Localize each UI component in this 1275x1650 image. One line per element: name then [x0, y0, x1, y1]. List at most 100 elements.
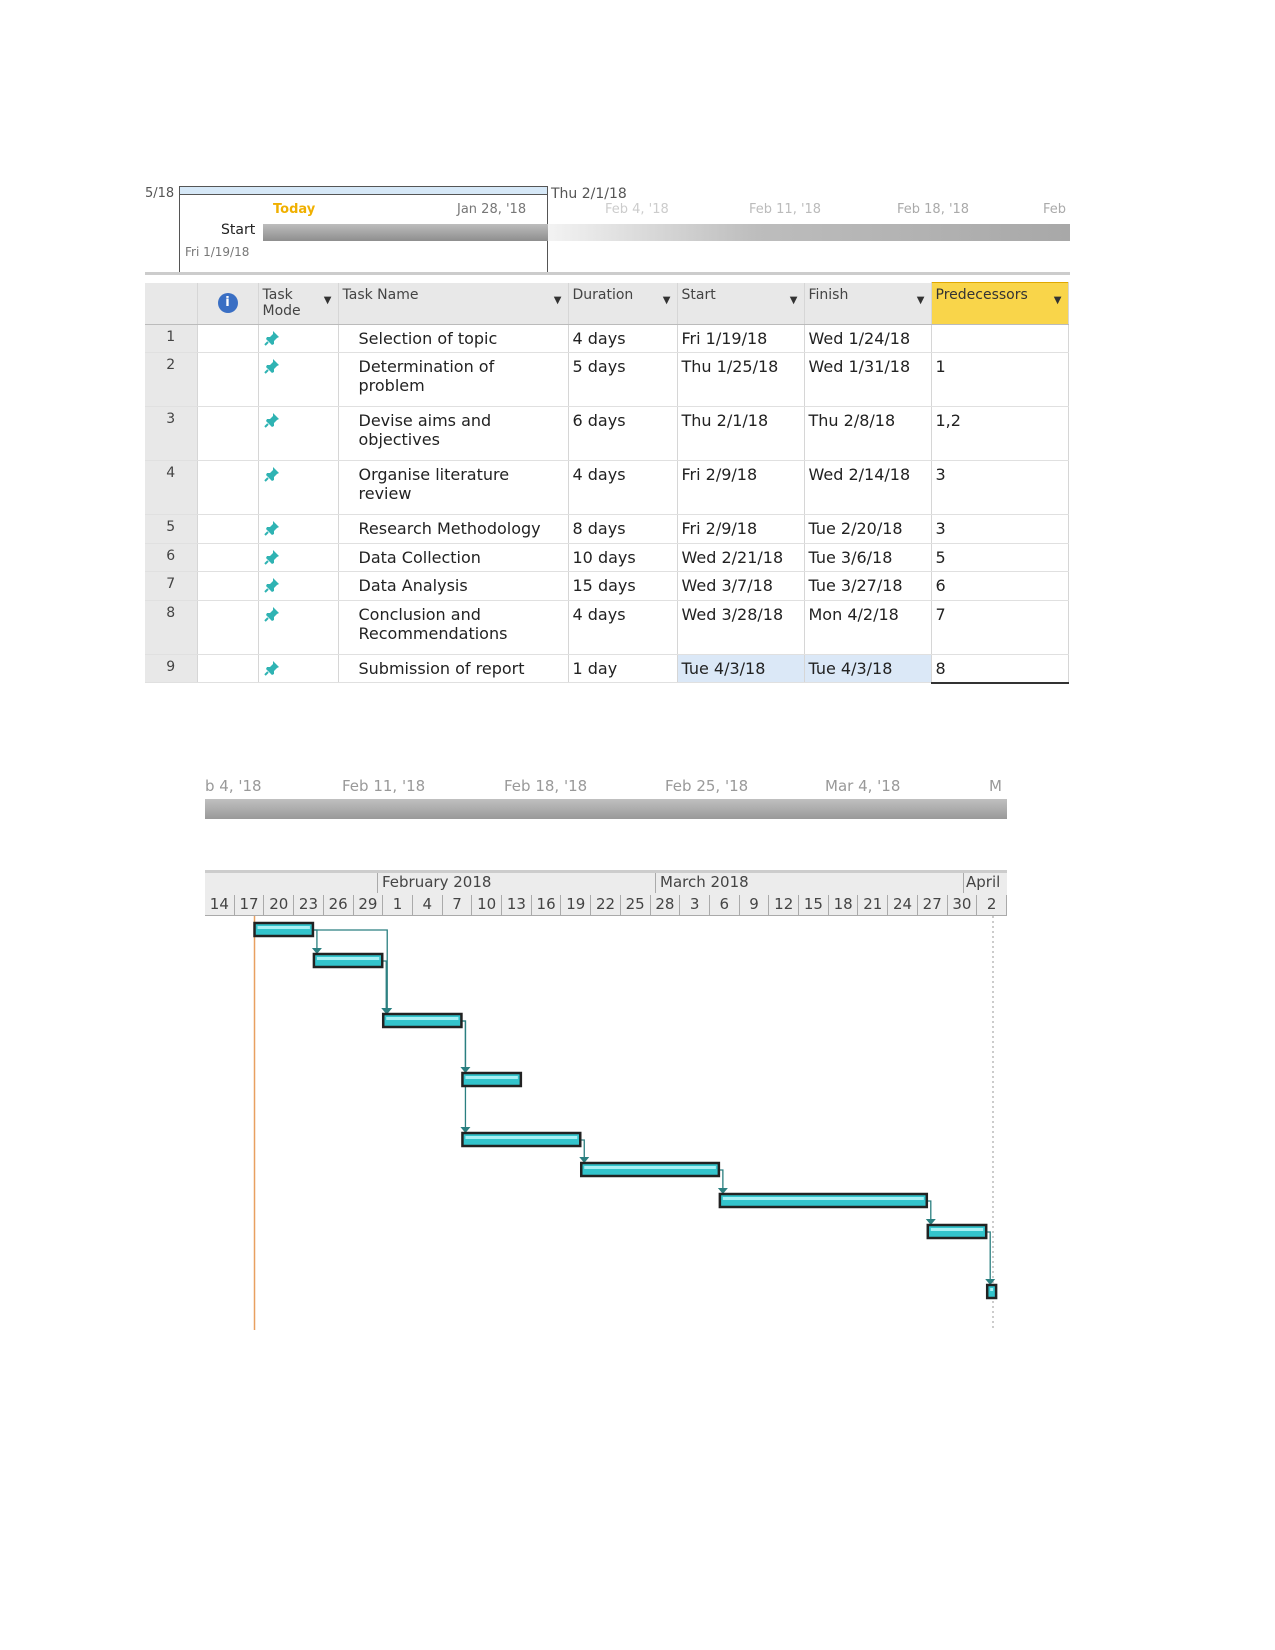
start-cell[interactable]: Thu 1/25/18	[677, 352, 805, 407]
task-mode-cell[interactable]	[258, 324, 339, 353]
finish-cell[interactable]: Tue 3/27/18	[804, 571, 932, 601]
task-name-cell[interactable]: Organise literature review	[338, 460, 569, 515]
task-bar[interactable]	[718, 1192, 929, 1209]
task-name-cell[interactable]: Data Collection	[338, 543, 569, 572]
task-mode-cell[interactable]	[258, 571, 339, 601]
row-number[interactable]: 3	[145, 406, 198, 461]
start-cell[interactable]: Fri 2/9/18	[677, 460, 805, 515]
col-finish[interactable]: Finish ▼	[804, 282, 932, 325]
finish-cell[interactable]: Wed 1/24/18	[804, 324, 932, 353]
predecessors-cell[interactable]: 7	[931, 600, 1069, 655]
task-bar[interactable]	[461, 1071, 523, 1088]
duration-cell[interactable]: 15 days	[568, 571, 678, 601]
row-number[interactable]: 9	[145, 654, 198, 683]
finish-cell[interactable]: Tue 2/20/18	[804, 514, 932, 544]
dropdown-icon[interactable]: ▼	[917, 295, 925, 306]
finish-cell[interactable]: Thu 2/8/18	[804, 406, 932, 461]
task-name-cell[interactable]: Devise aims and objectives	[338, 406, 569, 461]
task-bar-highlight	[257, 926, 310, 929]
table-row[interactable]: 8 Conclusion and Recommendations 4 days …	[145, 600, 1069, 655]
dropdown-icon[interactable]: ▼	[554, 295, 562, 306]
duration-cell[interactable]: 5 days	[568, 352, 678, 407]
task-mode-cell[interactable]	[258, 406, 339, 461]
start-cell[interactable]: Fri 2/9/18	[677, 514, 805, 544]
col-duration[interactable]: Duration ▼	[568, 282, 678, 325]
table-row[interactable]: 4 Organise literature review 4 days Fri …	[145, 460, 1069, 515]
predecessors-cell[interactable]: 1	[931, 352, 1069, 407]
dropdown-icon[interactable]: ▼	[663, 295, 671, 306]
table-row[interactable]: 7 Data Analysis 15 days Wed 3/7/18 Tue 3…	[145, 571, 1069, 601]
predecessors-cell[interactable]: 1,2	[931, 406, 1069, 461]
task-bar[interactable]	[381, 1012, 463, 1029]
col-start[interactable]: Start ▼	[677, 282, 805, 325]
duration-cell[interactable]: 10 days	[568, 543, 678, 572]
finish-cell[interactable]: Tue 3/6/18	[804, 543, 932, 572]
task-bar[interactable]	[253, 921, 315, 938]
row-number[interactable]: 2	[145, 352, 198, 407]
task-bar[interactable]	[926, 1223, 988, 1240]
timeline-range-handle[interactable]	[179, 186, 548, 195]
duration-cell[interactable]: 4 days	[568, 600, 678, 655]
start-cell[interactable]: Wed 3/7/18	[677, 571, 805, 601]
predecessors-cell[interactable]: 5	[931, 543, 1069, 572]
timeline-2[interactable]: b 4, '18 Feb 11, '18 Feb 18, '18 Feb 25,…	[205, 775, 1007, 821]
task-mode-cell[interactable]	[258, 460, 339, 515]
start-cell[interactable]: Wed 3/28/18	[677, 600, 805, 655]
task-bar[interactable]	[985, 1283, 998, 1300]
task-name-cell[interactable]: Conclusion and Recommendations	[338, 600, 569, 655]
col-predecessors[interactable]: Predecessors ▼	[930, 282, 1069, 325]
table-row[interactable]: 9 Submission of report 1 day Tue 4/3/18 …	[145, 654, 1069, 684]
finish-cell[interactable]: Wed 1/31/18	[804, 352, 932, 407]
dropdown-icon[interactable]: ▼	[1054, 295, 1062, 306]
task-bar[interactable]	[312, 952, 384, 969]
duration-cell[interactable]: 6 days	[568, 406, 678, 461]
task-name-cell[interactable]: Submission of report	[338, 654, 569, 683]
predecessors-cell[interactable]: 3	[931, 514, 1069, 544]
task-bar[interactable]	[461, 1131, 582, 1148]
row-number[interactable]: 4	[145, 460, 198, 515]
task-mode-cell[interactable]	[258, 600, 339, 655]
task-name-cell[interactable]: Determination of problem	[338, 352, 569, 407]
task-mode-cell[interactable]	[258, 654, 339, 683]
task-name-cell[interactable]: Selection of topic	[338, 324, 569, 353]
table-row[interactable]: 3 Devise aims and objectives 6 days Thu …	[145, 406, 1069, 461]
predecessors-cell[interactable]: 6	[931, 571, 1069, 601]
task-bar[interactable]	[579, 1161, 721, 1178]
table-row[interactable]: 6 Data Collection 10 days Wed 2/21/18 Tu…	[145, 543, 1069, 572]
task-mode-cell[interactable]	[258, 514, 339, 544]
duration-cell[interactable]: 4 days	[568, 460, 678, 515]
timeline[interactable]: 5/18 Thu 2/1/18 Today Jan 28, '18 Feb 4,…	[145, 186, 1070, 275]
task-name-cell[interactable]: Research Methodology	[338, 514, 569, 544]
predecessors-cell[interactable]	[931, 324, 1069, 353]
duration-cell[interactable]: 8 days	[568, 514, 678, 544]
table-row[interactable]: 2 Determination of problem 5 days Thu 1/…	[145, 352, 1069, 407]
timeline-end-date: Thu 2/1/18	[551, 186, 627, 202]
start-cell[interactable]: Wed 2/21/18	[677, 543, 805, 572]
row-number[interactable]: 5	[145, 514, 198, 544]
task-mode-cell[interactable]	[258, 543, 339, 572]
row-header-corner[interactable]	[145, 282, 198, 325]
duration-cell[interactable]: 4 days	[568, 324, 678, 353]
predecessors-cell[interactable]: 8	[931, 654, 1069, 684]
row-number[interactable]: 7	[145, 571, 198, 601]
indicators-header[interactable]: i	[197, 282, 259, 325]
dropdown-icon[interactable]: ▼	[324, 295, 332, 306]
row-number[interactable]: 8	[145, 600, 198, 655]
finish-cell[interactable]: Mon 4/2/18	[804, 600, 932, 655]
col-task-name[interactable]: Task Name ▼	[338, 282, 569, 325]
dropdown-icon[interactable]: ▼	[790, 295, 798, 306]
table-row[interactable]: 5 Research Methodology 8 days Fri 2/9/18…	[145, 514, 1069, 544]
start-cell[interactable]: Fri 1/19/18	[677, 324, 805, 353]
predecessors-cell[interactable]: 3	[931, 460, 1069, 515]
task-mode-cell[interactable]	[258, 352, 339, 407]
finish-cell[interactable]: Wed 2/14/18	[804, 460, 932, 515]
row-number[interactable]: 6	[145, 543, 198, 572]
col-task-mode[interactable]: Task Mode ▼	[258, 282, 339, 325]
table-row[interactable]: 1 Selection of topic 4 days Fri 1/19/18 …	[145, 324, 1069, 353]
start-cell[interactable]: Thu 2/1/18	[677, 406, 805, 461]
duration-cell[interactable]: 1 day	[568, 654, 678, 683]
finish-cell[interactable]: Tue 4/3/18	[804, 654, 932, 683]
task-name-cell[interactable]: Data Analysis	[338, 571, 569, 601]
row-number[interactable]: 1	[145, 324, 198, 353]
start-cell[interactable]: Tue 4/3/18	[677, 654, 805, 683]
